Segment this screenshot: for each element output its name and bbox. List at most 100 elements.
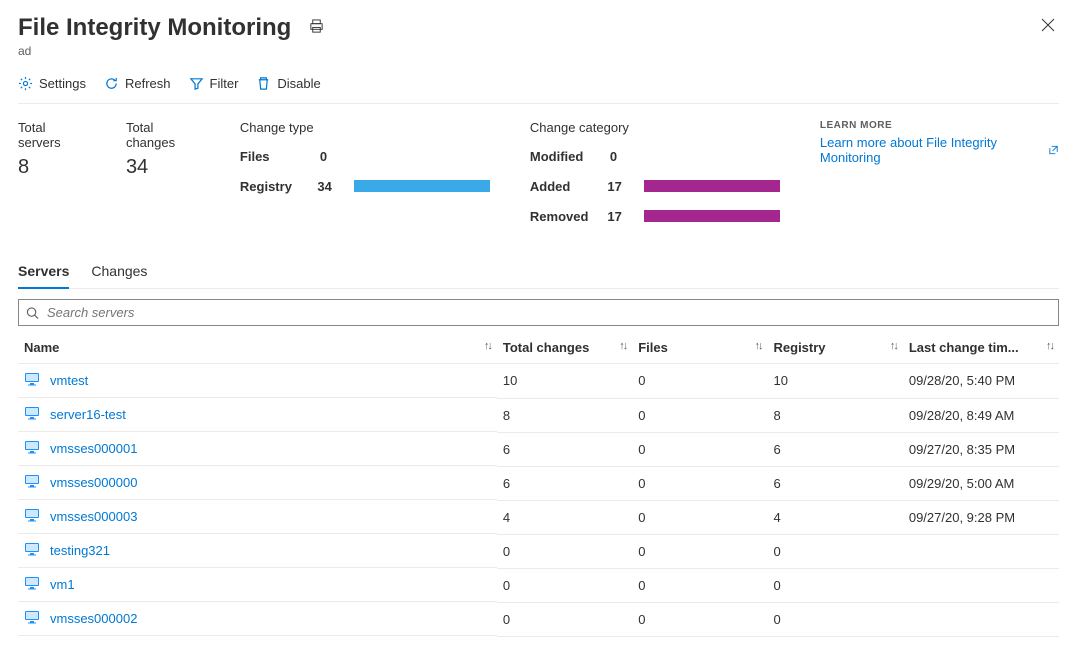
servers-table: Name↑↓ Total changes↑↓ Files↑↓ Registry↑… — [18, 332, 1059, 637]
filter-button[interactable]: Filter — [189, 74, 239, 93]
table-row: vm1000 — [18, 568, 1059, 602]
cell-time: 09/28/20, 5:40 PM — [903, 364, 1059, 399]
col-name[interactable]: Name↑↓ — [18, 332, 497, 364]
col-files[interactable]: Files↑↓ — [632, 332, 767, 364]
removed-label: Removed — [530, 209, 607, 224]
cell-registry: 10 — [768, 364, 903, 399]
change-type-label: Change type — [240, 120, 490, 135]
server-link[interactable]: vmsses000000 — [50, 475, 137, 490]
cell-time: 09/27/20, 9:28 PM — [903, 500, 1059, 534]
settings-button[interactable]: Settings — [18, 74, 86, 93]
close-icon — [1041, 18, 1055, 32]
tab-changes[interactable]: Changes — [91, 257, 147, 289]
subtitle: ad — [18, 44, 328, 58]
server-link[interactable]: vmsses000002 — [50, 611, 137, 626]
table-row: vmtest1001009/28/20, 5:40 PM — [18, 364, 1059, 399]
change-type-section: Change type Files 0 Registry 34 — [240, 120, 490, 201]
cell-registry: 0 — [768, 602, 903, 636]
server-link[interactable]: testing321 — [50, 543, 110, 558]
total-servers-value: 8 — [18, 156, 86, 179]
cell-files: 0 — [632, 500, 767, 534]
added-value: 17 — [607, 179, 636, 194]
col-last-change[interactable]: Last change tim...↑↓ — [903, 332, 1059, 364]
server-icon — [24, 575, 40, 594]
total-changes-value: 34 — [126, 156, 200, 179]
settings-label: Settings — [39, 76, 86, 91]
print-icon — [309, 19, 324, 34]
learn-more-label: LEARN MORE — [820, 120, 1059, 131]
tab-servers[interactable]: Servers — [18, 257, 69, 289]
server-icon — [24, 541, 40, 560]
cell-time — [903, 568, 1059, 602]
total-servers-block: Total servers 8 — [18, 120, 86, 179]
learn-more-block: LEARN MORE Learn more about File Integri… — [820, 120, 1059, 165]
cell-total: 10 — [497, 364, 632, 399]
cell-time: 09/29/20, 5:00 AM — [903, 466, 1059, 500]
filter-icon — [189, 76, 204, 91]
table-row: vmsses000002000 — [18, 602, 1059, 636]
disable-label: Disable — [277, 76, 320, 91]
server-icon — [24, 405, 40, 424]
cell-total: 6 — [497, 466, 632, 500]
gear-icon — [18, 76, 33, 91]
page-title: File Integrity Monitoring — [18, 14, 291, 42]
refresh-icon — [104, 76, 119, 91]
sort-icon: ↑↓ — [755, 340, 762, 352]
total-servers-label: Total servers — [18, 120, 86, 150]
server-icon — [24, 609, 40, 628]
cell-time: 09/28/20, 8:49 AM — [903, 398, 1059, 432]
cell-registry: 6 — [768, 432, 903, 466]
cell-files: 0 — [632, 466, 767, 500]
close-button[interactable] — [1037, 14, 1059, 39]
table-row: vmsses00000340409/27/20, 9:28 PM — [18, 500, 1059, 534]
server-link[interactable]: vmtest — [50, 373, 88, 388]
server-link[interactable]: vm1 — [50, 577, 75, 592]
cell-registry: 0 — [768, 534, 903, 568]
server-icon — [24, 507, 40, 526]
cell-total: 4 — [497, 500, 632, 534]
registry-value: 34 — [317, 179, 346, 194]
search-icon — [26, 306, 39, 319]
cell-time — [903, 534, 1059, 568]
cell-files: 0 — [632, 534, 767, 568]
server-icon — [24, 473, 40, 492]
col-total-changes[interactable]: Total changes↑↓ — [497, 332, 632, 364]
cell-time — [903, 602, 1059, 636]
removed-value: 17 — [607, 209, 636, 224]
sort-icon: ↑↓ — [619, 340, 626, 352]
cell-total: 0 — [497, 534, 632, 568]
external-link-icon — [1048, 144, 1059, 156]
sort-icon: ↑↓ — [484, 340, 491, 352]
learn-more-text: Learn more about File Integrity Monitori… — [820, 135, 1042, 165]
table-row: server16-test80809/28/20, 8:49 AM — [18, 398, 1059, 432]
total-changes-block: Total changes 34 — [126, 120, 200, 179]
search-input[interactable] — [18, 299, 1059, 326]
print-button[interactable] — [305, 15, 328, 41]
server-link[interactable]: server16-test — [50, 407, 126, 422]
total-changes-label: Total changes — [126, 120, 200, 150]
refresh-button[interactable]: Refresh — [104, 74, 171, 93]
col-registry[interactable]: Registry↑↓ — [768, 332, 903, 364]
search-wrap — [18, 299, 1059, 326]
filter-label: Filter — [210, 76, 239, 91]
files-label: Files — [240, 149, 320, 164]
registry-label: Registry — [240, 179, 317, 194]
trash-icon — [256, 76, 271, 91]
disable-button[interactable]: Disable — [256, 74, 320, 93]
refresh-label: Refresh — [125, 76, 171, 91]
cell-total: 8 — [497, 398, 632, 432]
server-link[interactable]: vmsses000003 — [50, 509, 137, 524]
table-row: testing321000 — [18, 534, 1059, 568]
server-icon — [24, 371, 40, 390]
modified-value: 0 — [610, 149, 640, 164]
added-label: Added — [530, 179, 607, 194]
learn-more-link[interactable]: Learn more about File Integrity Monitori… — [820, 135, 1059, 165]
registry-bar — [354, 180, 490, 192]
cell-files: 0 — [632, 602, 767, 636]
change-category-section: Change category Modified 0 Added 17 Remo… — [530, 120, 780, 231]
cell-time: 09/27/20, 8:35 PM — [903, 432, 1059, 466]
server-link[interactable]: vmsses000001 — [50, 441, 137, 456]
table-row: vmsses00000160609/27/20, 8:35 PM — [18, 432, 1059, 466]
cell-files: 0 — [632, 432, 767, 466]
server-icon — [24, 439, 40, 458]
